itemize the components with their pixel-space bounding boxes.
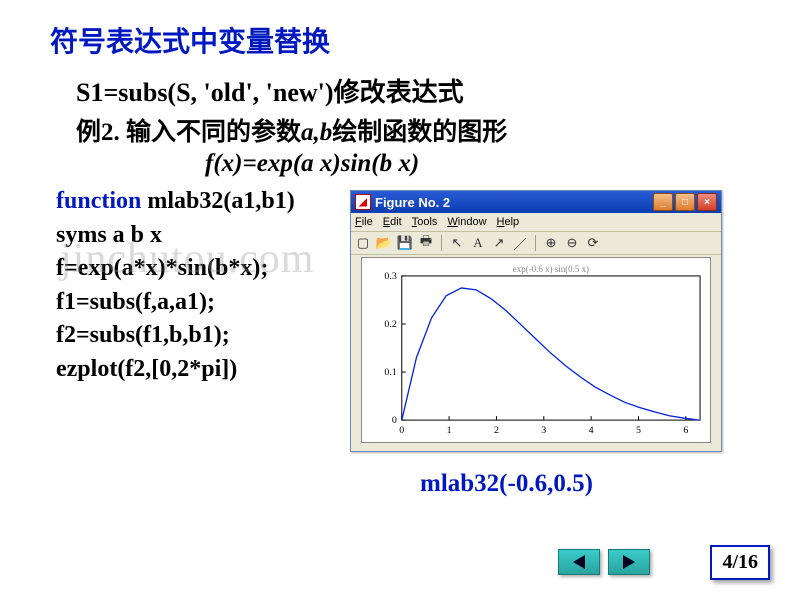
text-line-1: S1=subs(S, 'old', 'new')修改表达式 [76,72,464,109]
svg-text:5: 5 [636,425,641,436]
menu-file[interactable]: File [355,216,373,228]
window-title: Figure No. 2 [375,195,450,210]
code-l6: ezplot(f2,[0,2*pi]) [56,353,295,387]
svg-text:4: 4 [589,425,594,436]
code-l3: f=exp(a*x)*sin(b*x); [56,252,295,286]
svg-text:0: 0 [399,425,404,436]
svg-text:3: 3 [541,425,546,436]
plot-area: 0 1 2 3 4 5 6 0 0.1 0.2 0.3 exp(-0.6 x) sin(0.5 x) [361,257,711,443]
window-titlebar[interactable]: ◢ Figure No. 2 _ □ × [351,191,721,213]
plot-svg: 0 1 2 3 4 5 6 0 0.1 0.2 0.3 exp(-0.6 x) sin(0.5 x) [362,258,710,442]
minimize-button[interactable]: _ [653,193,673,211]
code-block: function mlab32(a1,b1) syms a b x f=exp(… [56,185,295,387]
svg-text:exp(-0.6 x) sin(0.5 x): exp(-0.6 x) sin(0.5 x) [513,264,589,274]
close-button[interactable]: × [697,193,717,211]
save-icon[interactable]: 💾 [397,235,413,251]
menu-bar: File Edit Tools Window Help [351,213,721,232]
line2-prefix: 例2. 输入不同的参数 [76,119,301,146]
line2-vars: a,b [301,119,332,146]
svg-text:1: 1 [447,425,452,436]
keyword-function: function [56,188,141,214]
slide-title: 符号表达式中变量替换 [50,20,330,60]
text-line-2: 例2. 输入不同的参数a,b绘制函数的图形 [76,112,507,148]
arrow-icon[interactable]: ↗ [491,235,507,251]
figure-window: ◢ Figure No. 2 _ □ × File Edit Tools Win… [350,190,722,452]
menu-window[interactable]: Window [447,216,486,228]
maximize-button[interactable]: □ [675,193,695,211]
svg-text:0.3: 0.3 [384,271,396,282]
code-sig: mlab32(a1,b1) [141,188,294,214]
print-icon[interactable]: 🖶 [418,235,434,251]
line2-suffix: 绘制函数的图形 [332,119,507,146]
svg-text:0.2: 0.2 [384,319,396,330]
next-button[interactable] [608,549,650,575]
pointer-icon[interactable]: ↖ [449,235,465,251]
open-icon[interactable]: 📂 [376,235,392,251]
formula: f(x)=exp(a x)sin(b x) [205,150,419,178]
matlab-icon: ◢ [355,194,371,210]
menu-edit[interactable]: Edit [383,216,402,228]
page-number: 4/16 [710,545,770,580]
menu-help[interactable]: Help [497,216,520,228]
new-icon[interactable]: ▢ [355,235,371,251]
line-icon[interactable]: ／ [512,235,528,251]
caption: mlab32(-0.6,0.5) [420,470,593,498]
prev-button[interactable] [558,549,600,575]
menu-tools[interactable]: Tools [412,216,438,228]
zoom-in-icon[interactable]: ⊕ [543,235,559,251]
svg-text:6: 6 [683,425,688,436]
svg-text:2: 2 [494,425,499,436]
text-icon[interactable]: A [470,235,486,251]
svg-text:0: 0 [392,415,397,426]
zoom-out-icon[interactable]: ⊖ [564,235,580,251]
toolbar: ▢ 📂 💾 🖶 ↖ A ↗ ／ ⊕ ⊖ ⟳ [351,232,721,255]
svg-text:0.1: 0.1 [384,367,396,378]
code-l2: syms a b x [56,219,295,253]
rotate-icon[interactable]: ⟳ [585,235,601,251]
code-l4: f1=subs(f,a,a1); [56,286,295,320]
code-l5: f2=subs(f1,b,b1); [56,319,295,353]
